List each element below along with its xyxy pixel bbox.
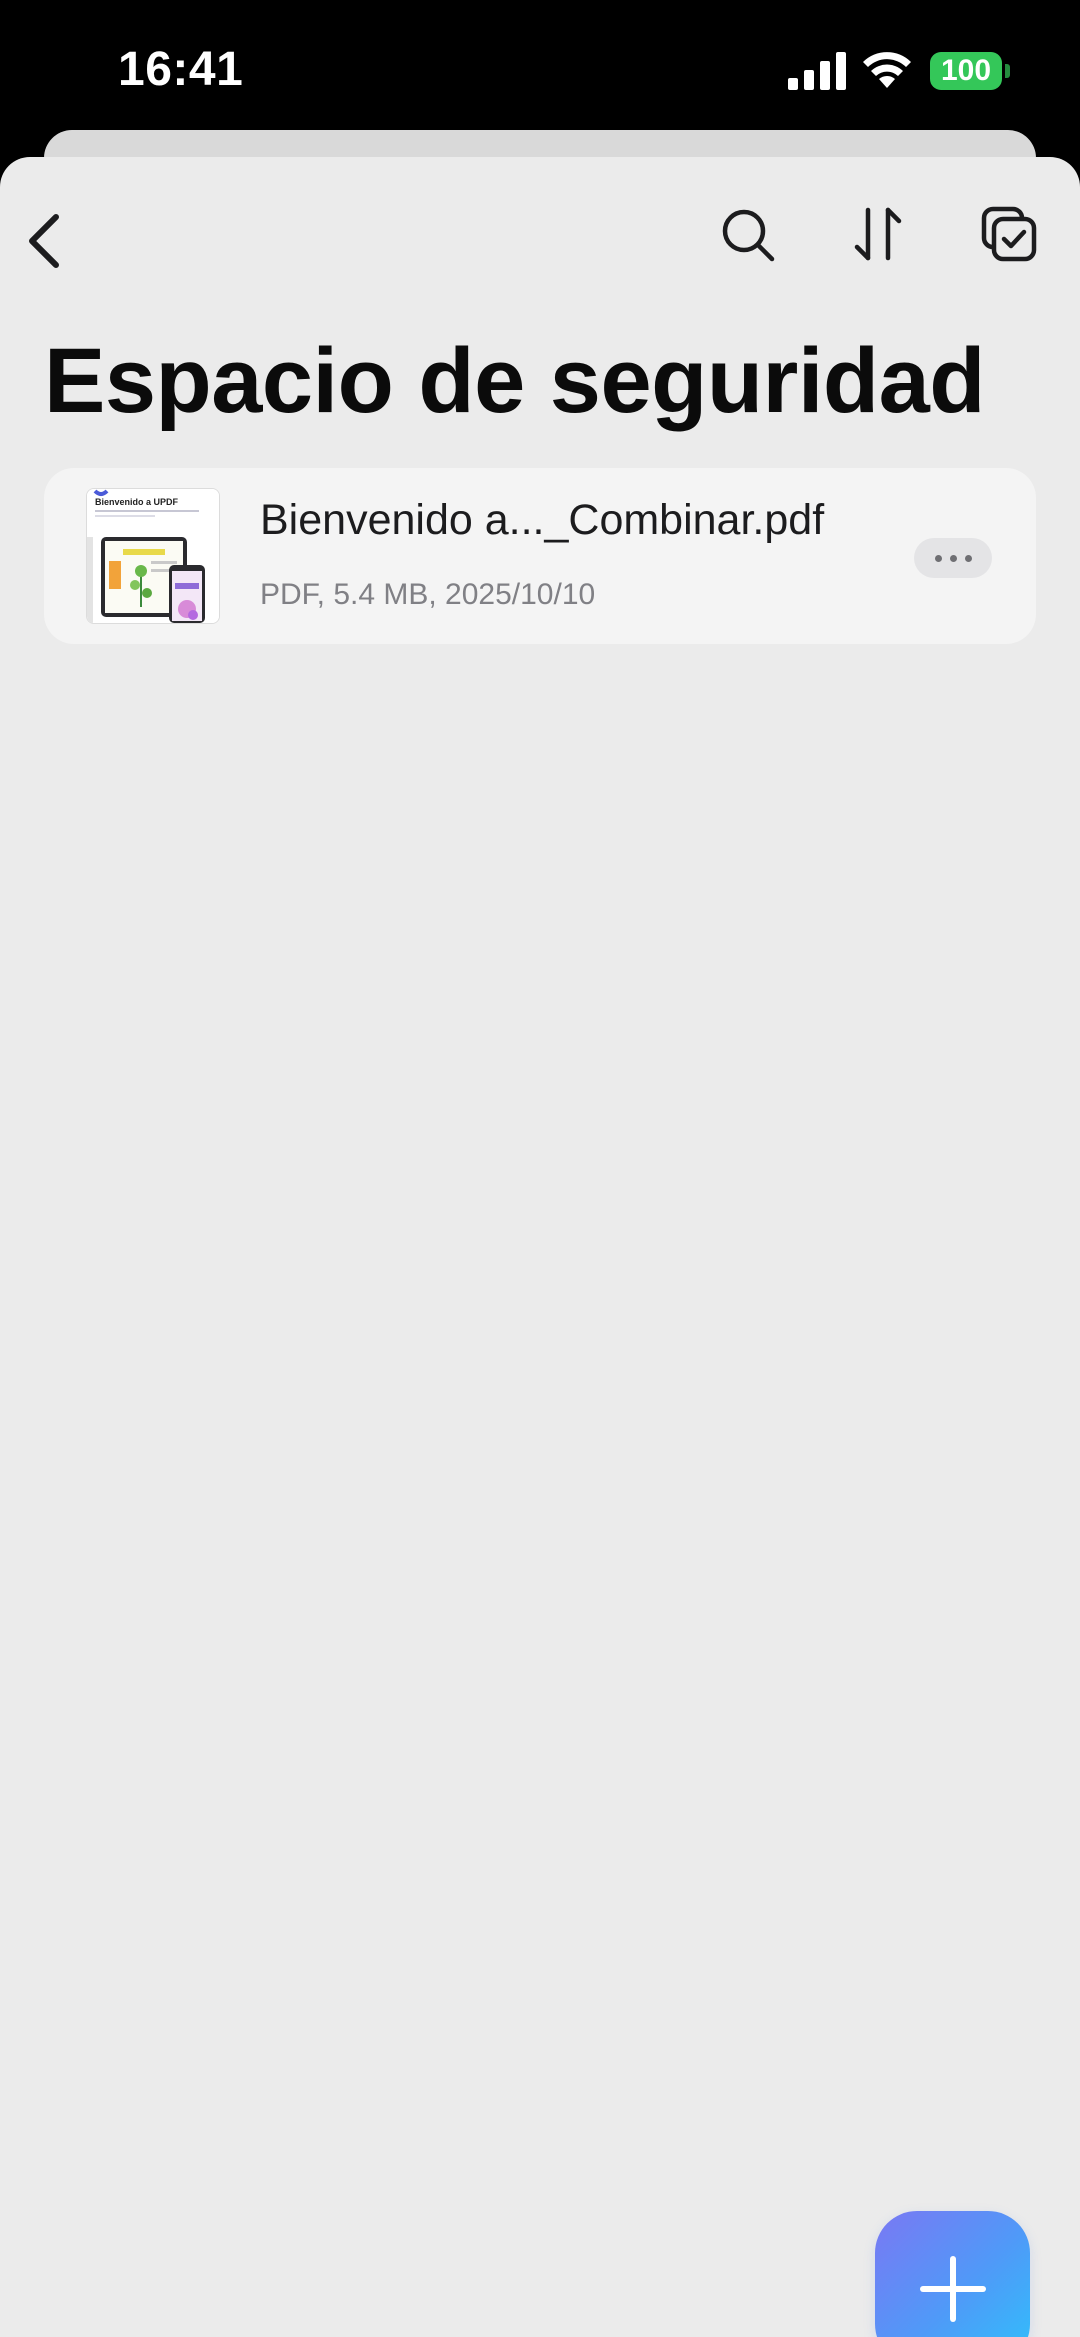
status-time: 16:41 <box>118 43 244 96</box>
battery-indicator: 100 <box>930 52 1010 90</box>
file-more-button[interactable] <box>914 538 992 578</box>
screen: 16:41 100 Espacio de seguridad Bienvenid… <box>0 0 1080 2337</box>
multi-select-icon <box>981 206 1037 262</box>
page-title: Espacio de seguridad <box>44 330 985 432</box>
more-dot <box>949 554 957 562</box>
back-button[interactable] <box>14 201 74 281</box>
battery-tip <box>1005 64 1010 78</box>
more-dot <box>934 554 942 562</box>
sort-arrows-icon <box>854 207 902 261</box>
security-space-sheet: Espacio de seguridad Bienvenido a UPDF B… <box>0 157 1080 2337</box>
pdf-preview-image: Bienvenido a UPDF <box>87 489 219 623</box>
search-icon <box>722 209 775 262</box>
cellular-signal-icon <box>788 52 846 90</box>
file-thumbnail: Bienvenido a UPDF <box>86 488 220 624</box>
more-dot <box>964 554 972 562</box>
multi-select-button[interactable] <box>976 201 1042 267</box>
status-bar: 16:41 100 <box>0 0 1080 140</box>
add-file-button[interactable] <box>875 2211 1030 2337</box>
wifi-icon <box>863 52 911 88</box>
thumbnail-heading: Bienvenido a UPDF <box>95 497 179 507</box>
plus-icon <box>919 2255 986 2322</box>
sort-button[interactable] <box>846 201 910 267</box>
search-button[interactable] <box>716 203 780 267</box>
file-meta: PDF, 5.4 MB, 2025/10/10 <box>260 578 596 611</box>
battery-level: 100 <box>930 52 1002 90</box>
chevron-left-icon <box>29 214 59 268</box>
file-list-item[interactable]: Bienvenido a UPDF Bienvenido a..._Combin… <box>44 468 1036 644</box>
file-name: Bienvenido a..._Combinar.pdf <box>260 496 825 544</box>
